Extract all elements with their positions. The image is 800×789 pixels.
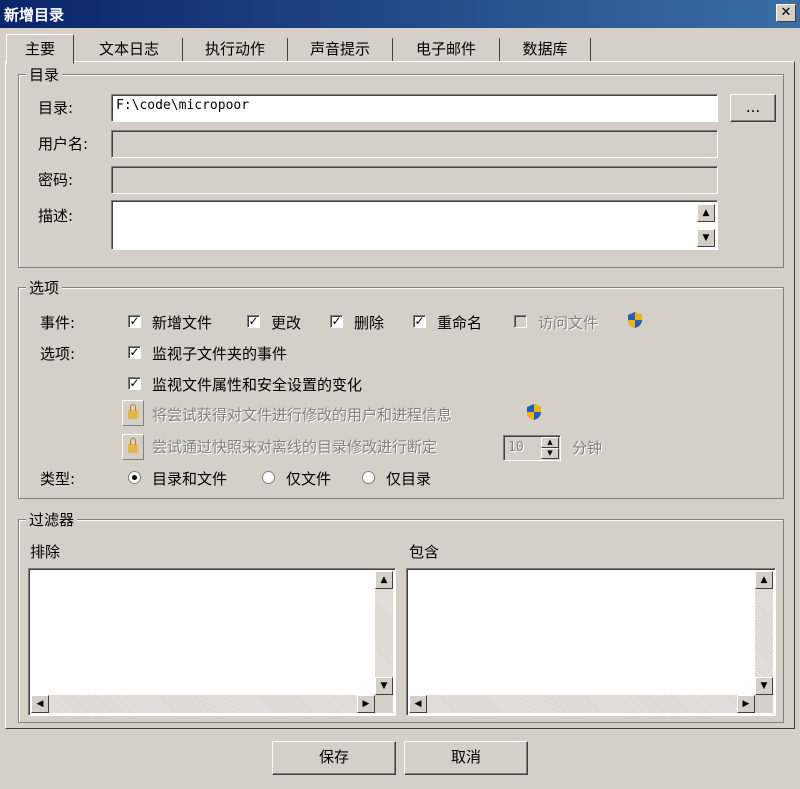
dir-input-value: F:\code\micropoor bbox=[116, 98, 250, 113]
tab-email[interactable]: 电子邮件 bbox=[393, 38, 500, 62]
record-user-lock-button[interactable] bbox=[122, 400, 144, 426]
lock-icon bbox=[128, 438, 138, 453]
tab-main[interactable]: 主要 bbox=[6, 34, 74, 64]
type-file-only-radio[interactable] bbox=[262, 471, 275, 484]
close-icon: ✕ bbox=[780, 5, 792, 20]
save-button[interactable]: 保存 bbox=[272, 741, 396, 775]
scroll-up-icon[interactable]: ▲ bbox=[755, 571, 773, 589]
directory-group-legend: 目录 bbox=[26, 64, 63, 85]
scroll-right-icon[interactable]: ▶ bbox=[737, 695, 755, 713]
scroll-up-icon[interactable]: ▲ bbox=[375, 571, 393, 589]
snapshot-interval-spinner[interactable]: 10 ▲ ▼ bbox=[503, 435, 561, 461]
title-bar: 新增目录 ✕ bbox=[0, 0, 800, 28]
uac-shield-icon bbox=[527, 404, 541, 420]
watch-subfolders-checkbox[interactable]: ✓ bbox=[128, 346, 141, 359]
exclude-hscroll[interactable] bbox=[31, 695, 375, 713]
tab-sound[interactable]: 声音提示 bbox=[288, 38, 393, 62]
close-button[interactable]: ✕ bbox=[776, 4, 796, 22]
type-dir-and-file-radio[interactable] bbox=[128, 471, 141, 484]
event-new-file-label: 新增文件 bbox=[152, 314, 213, 332]
scroll-down-icon[interactable]: ▼ bbox=[755, 677, 773, 695]
password-input[interactable] bbox=[111, 166, 718, 194]
user-label: 用户名: bbox=[38, 135, 89, 153]
scroll-corner bbox=[375, 695, 393, 713]
spin-up-icon[interactable]: ▲ bbox=[541, 437, 559, 448]
tab-database[interactable]: 数据库 bbox=[500, 38, 591, 62]
snapshot-interval-value: 10 bbox=[508, 440, 524, 455]
options-group-legend: 选项 bbox=[26, 277, 63, 298]
type-dir-and-file-label: 目录和文件 bbox=[152, 470, 228, 488]
cancel-button[interactable]: 取消 bbox=[404, 741, 528, 775]
scroll-right-icon[interactable]: ▶ bbox=[357, 695, 375, 713]
type-dir-only-radio[interactable] bbox=[362, 471, 375, 484]
event-access-checkbox[interactable] bbox=[514, 315, 527, 328]
type-label: 类型: bbox=[40, 470, 76, 488]
event-new-file-checkbox[interactable]: ✓ bbox=[128, 315, 141, 328]
record-user-info-label: 将尝试获得对文件进行修改的用户和进程信息 bbox=[152, 406, 453, 424]
description-textarea[interactable]: ▲ ▼ bbox=[111, 200, 718, 250]
scroll-down-icon[interactable]: ▼ bbox=[697, 229, 715, 247]
include-list[interactable]: ▲ ▼ ◀ ▶ bbox=[406, 568, 776, 716]
exclude-label: 排除 bbox=[30, 543, 61, 561]
button-bar: 保存 取消 bbox=[0, 733, 800, 789]
snapshot-judgement-label: 尝试通过快照来对离线的目录修改进行断定 bbox=[152, 438, 438, 456]
dir-input[interactable]: F:\code\micropoor bbox=[111, 94, 718, 122]
scroll-up-icon[interactable]: ▲ bbox=[697, 204, 715, 222]
password-label: 密码: bbox=[38, 171, 74, 189]
filter-group-legend: 过滤器 bbox=[26, 509, 78, 530]
user-input[interactable] bbox=[111, 130, 718, 158]
watch-subfolders-label: 监视子文件夹的事件 bbox=[152, 345, 288, 363]
event-delete-label: 删除 bbox=[354, 314, 385, 332]
dir-label: 目录: bbox=[38, 99, 74, 117]
minutes-label: 分钟 bbox=[572, 439, 603, 457]
tab-actions[interactable]: 执行动作 bbox=[183, 38, 288, 62]
tab-text-log[interactable]: 文本日志 bbox=[76, 38, 183, 62]
snapshot-lock-button[interactable] bbox=[122, 434, 144, 460]
type-dir-only-label: 仅目录 bbox=[386, 470, 432, 488]
event-rename-checkbox[interactable]: ✓ bbox=[413, 315, 426, 328]
exclude-list[interactable]: ▲ ▼ ◀ ▶ bbox=[28, 568, 396, 716]
scroll-corner bbox=[755, 695, 773, 713]
uac-shield-icon bbox=[628, 312, 642, 328]
event-modify-label: 更改 bbox=[271, 314, 302, 332]
scroll-left-icon[interactable]: ◀ bbox=[31, 695, 49, 713]
include-label: 包含 bbox=[409, 543, 440, 561]
events-label: 事件: bbox=[40, 314, 76, 332]
event-rename-label: 重命名 bbox=[437, 314, 483, 332]
scroll-left-icon[interactable]: ◀ bbox=[409, 695, 427, 713]
type-file-only-label: 仅文件 bbox=[286, 470, 332, 488]
options-label: 选项: bbox=[40, 345, 76, 363]
include-hscroll[interactable] bbox=[409, 695, 755, 713]
event-access-label: 访问文件 bbox=[538, 314, 599, 332]
watch-attributes-label: 监视文件属性和安全设置的变化 bbox=[152, 376, 363, 394]
description-label: 描述: bbox=[38, 207, 74, 225]
lock-icon bbox=[128, 404, 138, 419]
scroll-down-icon[interactable]: ▼ bbox=[375, 677, 393, 695]
spin-down-icon[interactable]: ▼ bbox=[541, 448, 559, 459]
event-modify-checkbox[interactable]: ✓ bbox=[247, 315, 260, 328]
event-delete-checkbox[interactable]: ✓ bbox=[330, 315, 343, 328]
browse-button[interactable]: ... bbox=[730, 94, 776, 122]
watch-attributes-checkbox[interactable]: ✓ bbox=[128, 377, 141, 390]
window-title: 新增目录 bbox=[4, 6, 65, 24]
